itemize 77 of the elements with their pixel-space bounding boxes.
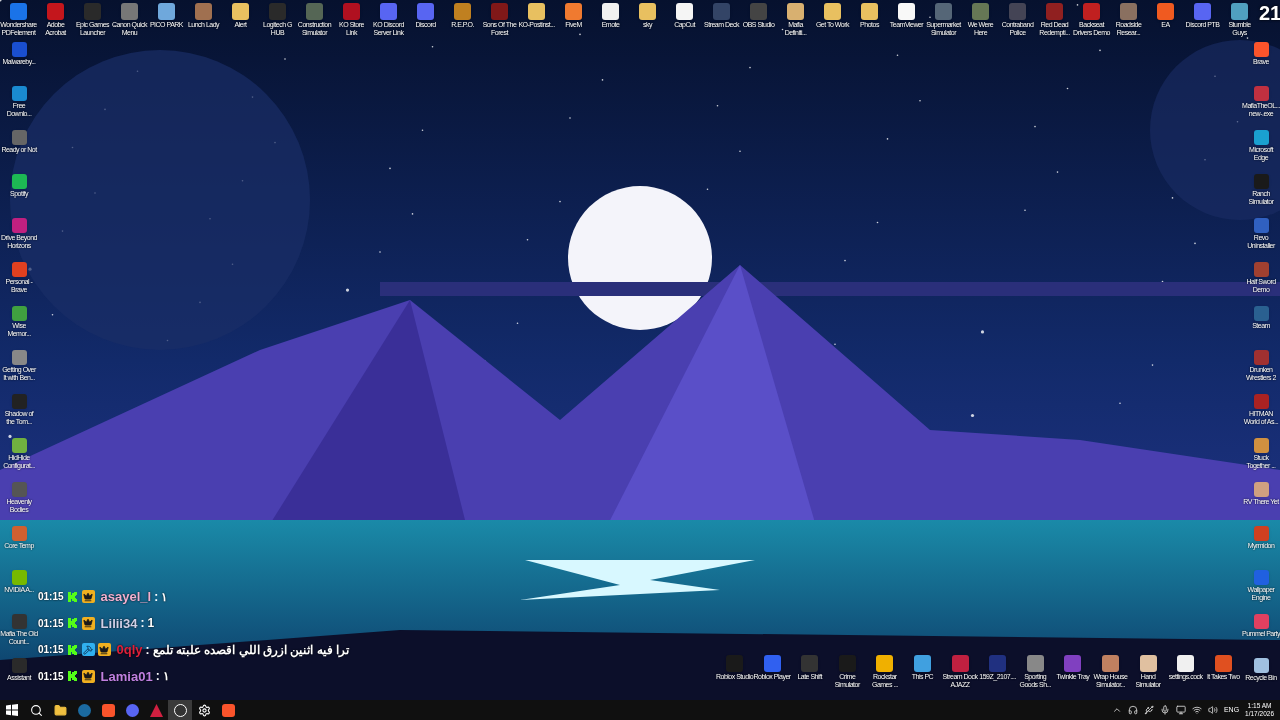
search-icon	[29, 703, 43, 717]
app-tile-icon[interactable]	[1083, 3, 1100, 20]
volume-icon[interactable]	[1207, 705, 1218, 715]
app-tile-icon[interactable]	[1046, 3, 1063, 20]
kick-badge-icon	[66, 643, 79, 656]
network-icon[interactable]	[1191, 705, 1202, 715]
app-tile-icon[interactable]	[417, 3, 434, 20]
monitor-icon[interactable]	[1175, 705, 1186, 715]
chat-separator: :	[154, 588, 159, 606]
chat-username: Lilii34	[100, 614, 138, 633]
lion-shield-icon	[221, 703, 235, 717]
chat-separator: :	[145, 641, 150, 659]
app-tile-icon[interactable]	[10, 3, 27, 20]
app-tile-icon[interactable]	[801, 655, 819, 672]
app-tile-icon[interactable]	[1194, 3, 1211, 20]
app-tile-icon[interactable]	[121, 3, 138, 20]
app-tile-icon[interactable]	[84, 3, 101, 20]
chat-message: ترا فيه اثنين ازرق اللي اقصده علبته تلمع	[152, 641, 349, 659]
kick-badge-icon	[66, 590, 79, 603]
chat-time: 01:15	[38, 590, 64, 605]
chat-time: 01:15	[38, 669, 64, 684]
app-tile-icon[interactable]	[602, 3, 619, 20]
app-tile-icon[interactable]	[454, 3, 471, 20]
app-tile-icon[interactable]	[972, 3, 989, 20]
chat-message: ١	[161, 588, 168, 606]
app-tile-icon[interactable]	[269, 3, 286, 20]
app-tile-icon[interactable]	[713, 3, 730, 20]
headphones-icon[interactable]	[1127, 705, 1138, 715]
app-tile-icon[interactable]	[232, 3, 249, 20]
app-tile-icon[interactable]	[528, 3, 545, 20]
chevron-up-icon[interactable]	[1111, 705, 1122, 715]
app-tile-icon[interactable]	[676, 3, 693, 20]
app-tile-icon[interactable]	[158, 3, 175, 20]
chat-separator: :	[155, 668, 160, 686]
lion-shield-icon	[101, 703, 115, 717]
app-tile-icon[interactable]	[876, 655, 894, 672]
app-tile-icon[interactable]	[380, 3, 397, 20]
app-tile-icon[interactable]	[989, 655, 1007, 672]
folder-icon	[53, 703, 67, 717]
chat-username: asayel_l	[100, 588, 152, 606]
app-tile-icon[interactable]	[1157, 3, 1174, 20]
kick-badge-icon	[66, 670, 79, 683]
app-tile-icon[interactable]	[1120, 3, 1137, 20]
app-tile-icon[interactable]	[935, 3, 952, 20]
triangle-logo-icon	[149, 703, 163, 717]
usb-icon[interactable]	[1143, 705, 1154, 715]
chat-time: 01:15	[38, 616, 64, 631]
app-tile-icon[interactable]	[750, 3, 767, 20]
windows-logo-icon	[6, 704, 18, 716]
chat-time: 01:15	[38, 643, 64, 658]
app-tile-icon[interactable]	[898, 3, 915, 20]
app-tile-icon[interactable]	[1009, 3, 1026, 20]
gear-icon	[197, 703, 211, 717]
app-tile-icon[interactable]	[343, 3, 360, 20]
app-tile-icon[interactable]	[787, 3, 804, 20]
app-tile-icon[interactable]	[1177, 655, 1195, 672]
chat-username: 0qly	[116, 641, 143, 659]
chat-message: 1	[147, 615, 155, 633]
microphone-icon[interactable]	[1159, 705, 1170, 715]
app-tile-icon[interactable]	[1064, 655, 1082, 672]
app-tile-icon[interactable]	[565, 3, 582, 20]
app-tile-icon[interactable]	[1231, 3, 1248, 20]
overlay-number: 21	[1259, 3, 1280, 23]
steam-icon	[77, 703, 91, 717]
chat-separator: :	[140, 615, 145, 633]
taskbar-button[interactable]	[168, 700, 192, 720]
app-tile-icon[interactable]	[47, 3, 64, 20]
chat-message: ١	[162, 668, 169, 686]
kick-badge-icon	[66, 617, 79, 630]
app-tile-icon[interactable]	[195, 3, 212, 20]
app-tile-icon[interactable]	[491, 3, 508, 20]
chat-username: Lamia01	[100, 667, 153, 686]
app-tile-icon[interactable]	[861, 3, 878, 20]
chat-bubble-icon	[125, 703, 139, 717]
app-tile-icon[interactable]	[639, 3, 656, 20]
app-tile-icon[interactable]	[824, 3, 841, 20]
app-tile-icon[interactable]	[306, 3, 323, 20]
